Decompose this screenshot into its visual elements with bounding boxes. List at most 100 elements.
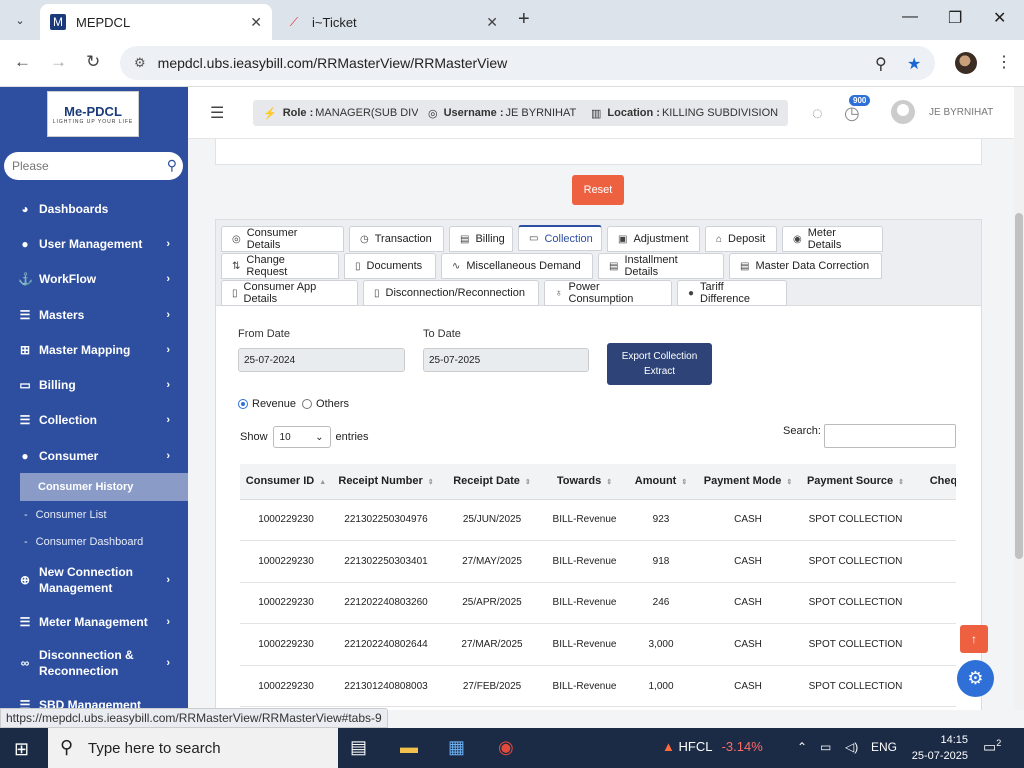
browser-tab-iticket[interactable]: ⟋ i~Ticket ✕	[276, 4, 508, 40]
url-field[interactable]: ⚙ mepdcl.ubs.ieasybill.com/RRMasterView/…	[120, 46, 935, 80]
others-radio[interactable]	[302, 399, 313, 409]
close-tab-icon[interactable]: ✕	[486, 14, 498, 31]
entries-select[interactable]: 10 ⌄	[272, 426, 331, 448]
revenue-radio-label: Revenue	[252, 398, 297, 410]
table-cell: 25/APR/2025	[440, 582, 544, 625]
sidebar-search-input[interactable]	[12, 159, 157, 173]
search-icon[interactable]: ⚲	[167, 157, 177, 174]
sidebar-item-dashboards[interactable]: ◕ Dashboards	[0, 191, 188, 226]
page-scrollbar[interactable]	[1014, 87, 1024, 710]
site-settings-icon[interactable]: ⚙	[134, 55, 146, 71]
column-header[interactable]: Payment Mode ⇕	[697, 464, 799, 500]
chart-icon: ▤	[460, 233, 470, 245]
card-icon: ▭	[529, 233, 539, 244]
store-icon[interactable]: ▦	[448, 737, 465, 758]
sidebar-item-masters[interactable]: ☰ Masters ›	[0, 297, 188, 332]
revenue-radio[interactable]	[238, 399, 248, 409]
reload-icon[interactable]: ↻	[86, 52, 100, 72]
sidebar-item-master-mapping[interactable]: ⊞ Master Mapping ›	[0, 332, 188, 367]
volume-icon[interactable]: ◁)	[845, 740, 858, 754]
close-window-icon[interactable]: ✕	[993, 8, 1006, 28]
avatar[interactable]	[891, 100, 915, 124]
windows-start-icon[interactable]: ⊞	[14, 739, 29, 760]
sidebar-item-workflow[interactable]: ⚓ WorkFlow ›	[0, 262, 188, 297]
profile-avatar-icon[interactable]	[955, 52, 977, 74]
tab-change-request[interactable]: ⇅ Change Request	[221, 253, 339, 279]
export-collection-extract-button[interactable]: Export Collection Extract	[607, 343, 712, 385]
scroll-to-top-button[interactable]: ↑	[960, 625, 988, 653]
notification-center-icon[interactable]: ▭2	[983, 738, 1001, 756]
from-date-input[interactable]	[238, 348, 405, 372]
to-date-input[interactable]	[423, 348, 589, 372]
column-header[interactable]: Receipt Number ⇕	[332, 464, 440, 500]
settings-gear-button[interactable]: ⚙	[957, 660, 994, 697]
tab-miscellaneous-demand[interactable]: ∿ Miscellaneous Demand	[441, 253, 593, 279]
restore-icon[interactable]: ❐	[948, 8, 962, 28]
sidebar-item-consumer[interactable]: ● Consumer ›	[0, 438, 188, 473]
tab-meter-details[interactable]: ◉ Meter Details	[782, 226, 883, 252]
tab-consumer-app-details[interactable]: ▯ Consumer App Details	[221, 280, 358, 306]
task-view-icon[interactable]: ▤	[350, 737, 367, 758]
sidebar-item-meter-management[interactable]: ☰ Meter Management ›	[0, 604, 188, 639]
tab-tariff-difference[interactable]: ● Tariff Difference	[677, 280, 787, 306]
hamburger-menu-icon[interactable]: ☰	[210, 103, 224, 123]
header-user-name[interactable]: JE BYRNIHAT	[929, 107, 993, 118]
column-header[interactable]: Cheq/DD/I	[912, 464, 956, 500]
user-360-icon[interactable]: ◌	[812, 103, 823, 124]
sidebar-item-new-connection-management[interactable]: ⊕ New Connection Management ›	[0, 556, 188, 604]
sidebar-item-user-management[interactable]: ● User Management ›	[0, 226, 188, 261]
minimize-icon[interactable]: —	[902, 8, 918, 26]
system-clock[interactable]: 14:15 25-07-2025	[904, 732, 968, 764]
tab-label: Power Consumption	[568, 281, 634, 305]
tab-power-consumption[interactable]: ♁ Power Consumption	[544, 280, 672, 306]
chevron-up-icon[interactable]: ⌃	[797, 740, 807, 754]
sidebar-item-collection[interactable]: ☰ Collection ›	[0, 403, 188, 438]
tab-transaction[interactable]: ◷ Transaction	[349, 226, 444, 252]
column-header[interactable]: Towards ⇕	[544, 464, 625, 500]
sidebar-item-sbd-management[interactable]: ☰ SBD Management	[0, 687, 188, 710]
bank-icon: ⌂	[716, 233, 723, 245]
file-explorer-icon[interactable]: ▬	[400, 737, 418, 758]
column-header-label: Amount	[634, 475, 677, 488]
sidebar-item-disconnection-reconnection[interactable]: ∞ Disconnection & Reconnection ›	[0, 639, 188, 687]
browser-menu-icon[interactable]: ⋮	[996, 52, 1012, 72]
chrome-icon[interactable]: ◉	[498, 737, 514, 758]
sidebar-subitem-consumer-dashboard[interactable]: - Consumer Dashboard	[0, 528, 188, 556]
network-icon[interactable]: ▭	[820, 740, 831, 754]
column-header[interactable]: Amount ⇕	[625, 464, 697, 500]
sidebar-item-billing[interactable]: ▭ Billing ›	[0, 367, 188, 402]
reset-button[interactable]: Reset	[572, 175, 624, 205]
sidebar-subitem-consumer-history[interactable]: Consumer History	[20, 473, 188, 501]
tab-consumer-details[interactable]: ◎ Consumer Details	[221, 226, 344, 252]
column-header[interactable]: Receipt Date ⇕	[440, 464, 544, 500]
table-search-input[interactable]	[824, 424, 956, 448]
tab-search-chevron-icon[interactable]: ⌄	[8, 8, 32, 32]
scrollbar-thumb[interactable]	[1015, 213, 1023, 559]
tab-deposit[interactable]: ⌂ Deposit	[705, 226, 777, 252]
tab-collection[interactable]: ▭ Collection	[518, 225, 602, 251]
sort-icon: ⇕	[427, 479, 434, 487]
sidebar-subitem-consumer-list[interactable]: - Consumer List	[0, 501, 188, 529]
zoom-icon[interactable]: ⚲	[875, 54, 887, 74]
clock-icon[interactable]: ◷	[844, 103, 860, 124]
close-tab-icon[interactable]: ✕	[250, 14, 262, 31]
stock-ticker[interactable]: ▲ HFCL -3.14%	[662, 739, 763, 754]
column-header[interactable]: Consumer ID ▲	[240, 464, 332, 500]
column-header[interactable]: Payment Source ⇕	[799, 464, 912, 500]
forward-arrow-icon[interactable]: →	[50, 52, 67, 72]
tab-adjustment[interactable]: ▣ Adjustment	[607, 226, 700, 252]
tab-installment-details[interactable]: ▤ Installment Details	[598, 253, 724, 279]
tab-documents[interactable]: ▯ Documents	[344, 253, 436, 279]
browser-tab-mepdcl[interactable]: M MEPDCL ✕	[40, 4, 272, 40]
tab-disconnection-reconnection[interactable]: ▯ Disconnection/Reconnection	[363, 280, 539, 306]
collection-table-container[interactable]: Consumer ID ▲ Receipt Number ⇕ Receipt Date ⇕…	[240, 464, 956, 710]
language-indicator[interactable]: ENG	[871, 740, 897, 754]
tab-billing[interactable]: ▤ Billing	[449, 226, 513, 252]
taskbar-search[interactable]: ⚲ Type here to search	[48, 728, 338, 768]
back-arrow-icon[interactable]: ←	[14, 52, 31, 72]
table-cell: 1000229230	[240, 665, 332, 708]
bookmark-star-icon[interactable]: ★	[907, 54, 921, 74]
tab-label: Disconnection/Reconnection	[385, 287, 525, 299]
new-tab-plus-icon[interactable]: +	[518, 8, 530, 31]
tab-master-data-correction[interactable]: ▤ Master Data Correction	[729, 253, 882, 279]
